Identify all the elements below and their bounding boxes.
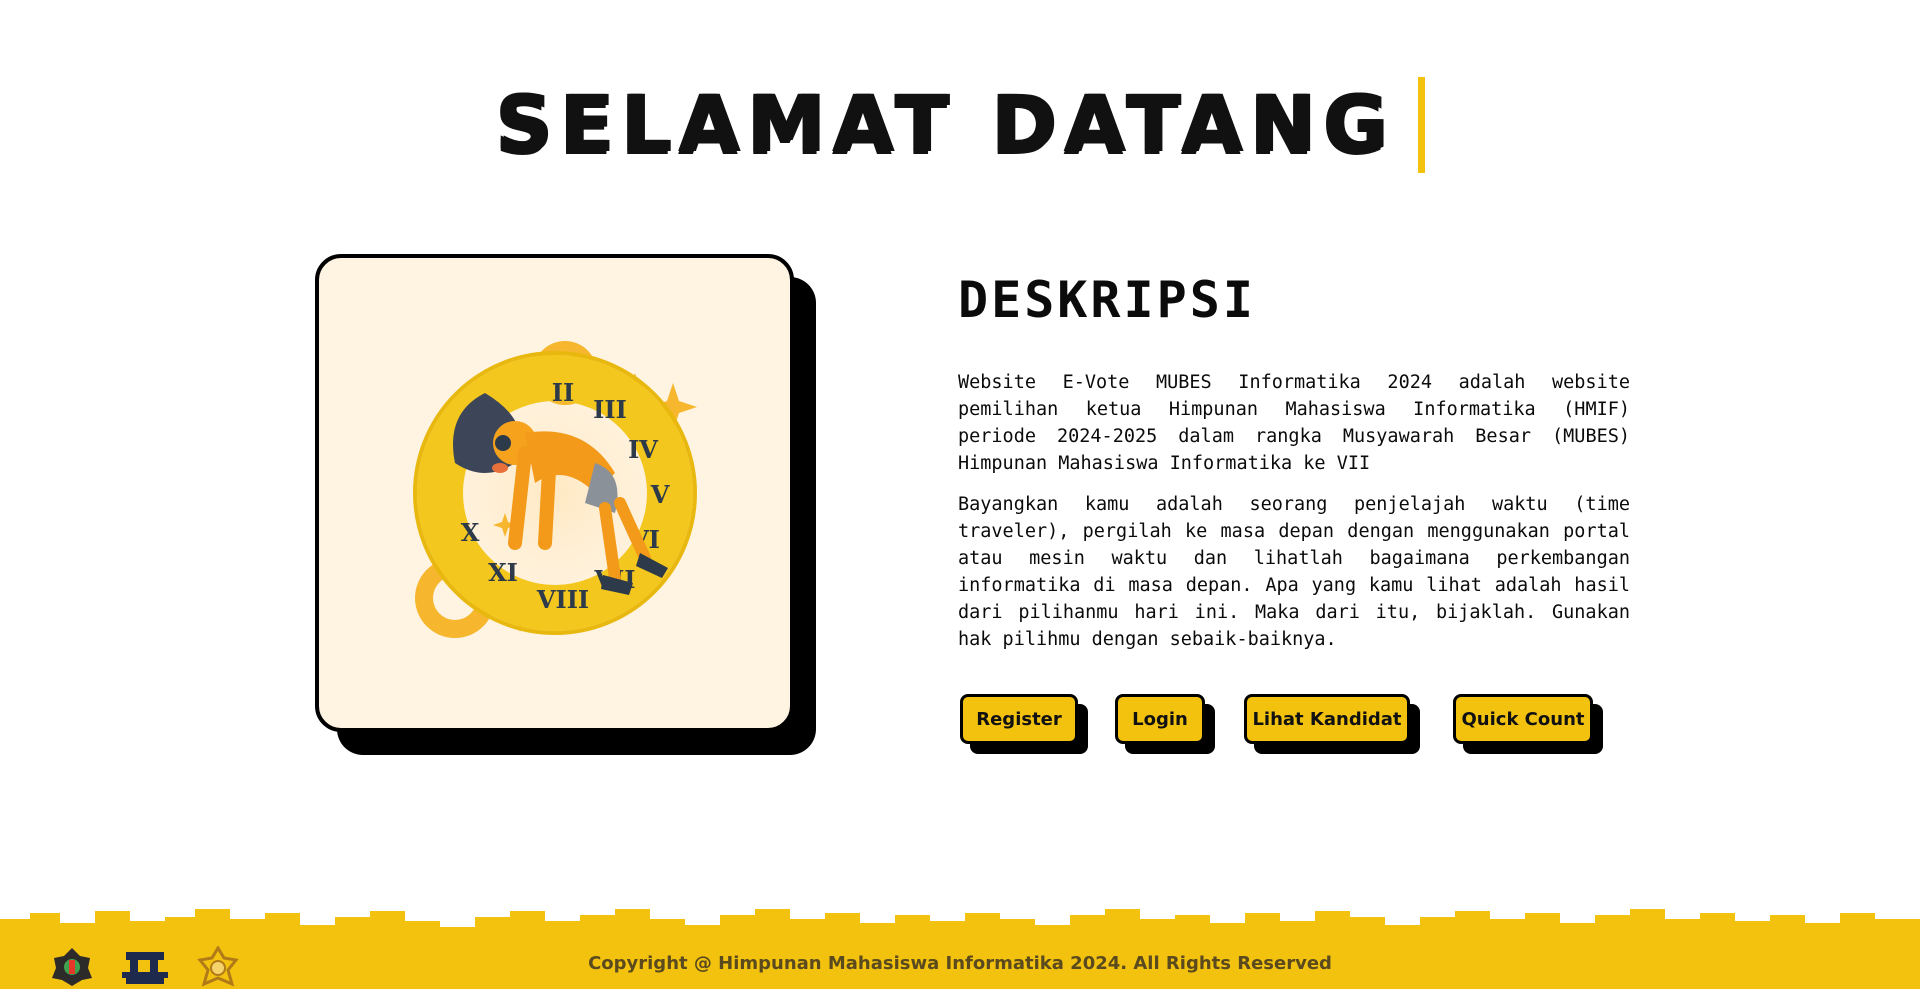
footer-copyright: Copyright @ Himpunan Mahasiswa Informati… [588,953,1332,974]
description-paragraph-1: Website E-Vote MUBES Informatika 2024 ad… [958,372,1630,474]
register-button[interactable]: Register [960,694,1078,744]
hero-title-section: SELAMAT DATANG [0,70,1920,180]
footer-pixel-wave [0,909,1920,989]
quick-count-button[interactable]: Quick Count [1453,694,1593,744]
svg-text:III: III [593,395,627,424]
svg-text:X: X [460,518,479,547]
description-heading: DESKRIPSI [958,271,1256,329]
view-candidates-button[interactable]: Lihat Kandidat [1244,694,1410,744]
svg-text:XI: XI [488,558,518,587]
login-button[interactable]: Login [1115,694,1205,744]
description-paragraph-2: Bayangkan kamu adalah seorang penjelajah… [958,494,1630,650]
illustration-card: II III IV V VI VII VIII XI X [315,254,794,732]
svg-text:V: V [649,480,669,509]
time-traveler-illustration: II III IV V VI VII VIII XI X [384,323,725,663]
typing-caret [1418,77,1426,173]
numeral-ii: II [551,378,573,407]
page-title: SELAMAT DATANG [494,80,1395,170]
svg-text:VIII: VIII [535,585,588,614]
description-section: DESKRIPSI Website E-Vote MUBES Informati… [958,275,1630,667]
svg-text:IV: IV [628,435,658,464]
